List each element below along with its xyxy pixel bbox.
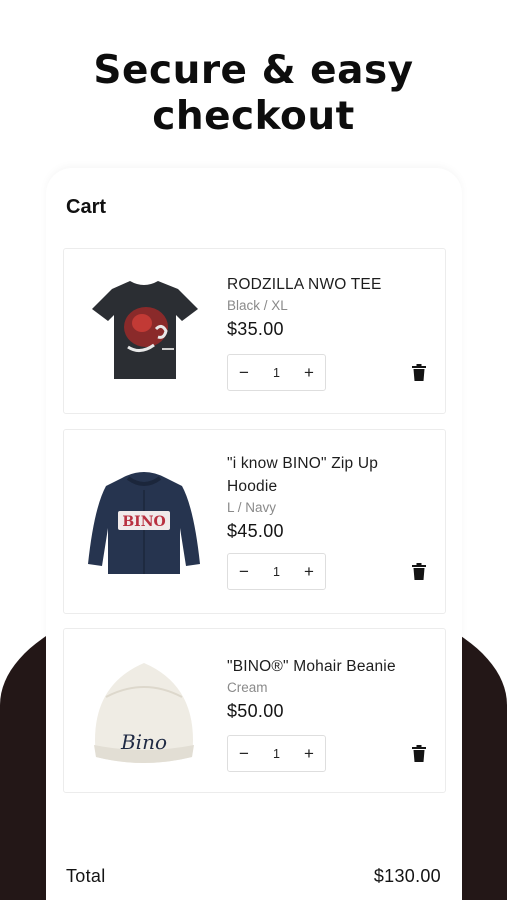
- page-headline: Secure & easy checkout: [0, 48, 507, 140]
- trash-icon[interactable]: [412, 563, 426, 580]
- total-label: Total: [66, 866, 106, 886]
- item-price: $35.00: [227, 319, 284, 339]
- cart-item-card: Bino "BINO®" Mohair Beanie Cream $50.00 …: [63, 628, 446, 793]
- quantity-stepper: − 1 +: [227, 553, 326, 590]
- cart-item-card: RODZILLA NWO TEE Black / XL $35.00 − 1 +: [63, 248, 446, 414]
- decrease-quantity-button[interactable]: −: [236, 563, 252, 580]
- item-price: $50.00: [227, 701, 284, 721]
- black-tshirt-icon: [82, 275, 207, 387]
- quantity-value: 1: [273, 746, 280, 761]
- cream-beanie-icon: Bino: [82, 657, 207, 769]
- item-variant: Black / XL: [227, 298, 288, 313]
- cart-item-info: "i know BINO" Zip Up Hoodie L / Navy $45…: [227, 452, 431, 542]
- cart-item-info: "BINO®" Mohair Beanie Cream $50.00: [227, 655, 431, 722]
- quantity-value: 1: [273, 564, 280, 579]
- item-variant: Cream: [227, 680, 268, 695]
- beanie-print-text: Bino: [120, 730, 167, 754]
- cart-total-row: Total $130.00: [66, 866, 441, 887]
- cart-item-info: RODZILLA NWO TEE Black / XL $35.00: [227, 273, 431, 340]
- increase-quantity-button[interactable]: +: [301, 745, 317, 762]
- trash-icon[interactable]: [412, 745, 426, 762]
- cart-item-card: BINO "i know BINO" Zip Up Hoodie L / Nav…: [63, 429, 446, 614]
- decrease-quantity-button[interactable]: −: [236, 364, 252, 381]
- item-name: "i know BINO" Zip Up Hoodie: [227, 455, 379, 495]
- item-name: "BINO®" Mohair Beanie: [227, 658, 396, 675]
- hoodie-print-text: BINO: [122, 514, 165, 530]
- cart-title: Cart: [66, 196, 107, 218]
- trash-icon[interactable]: [412, 364, 426, 381]
- quantity-stepper: − 1 +: [227, 354, 326, 391]
- item-price: $45.00: [227, 521, 284, 541]
- item-name: RODZILLA NWO TEE: [227, 276, 382, 293]
- headline-line-1: Secure & easy: [93, 48, 414, 93]
- quantity-stepper: − 1 +: [227, 735, 326, 772]
- decrease-quantity-button[interactable]: −: [236, 745, 252, 762]
- headline-line-2: checkout: [152, 94, 355, 139]
- item-variant: L / Navy: [227, 500, 277, 515]
- quantity-value: 1: [273, 365, 280, 380]
- total-value: $130.00: [373, 866, 441, 886]
- navy-hoodie-icon: BINO: [82, 468, 207, 580]
- increase-quantity-button[interactable]: +: [301, 563, 317, 580]
- increase-quantity-button[interactable]: +: [301, 364, 317, 381]
